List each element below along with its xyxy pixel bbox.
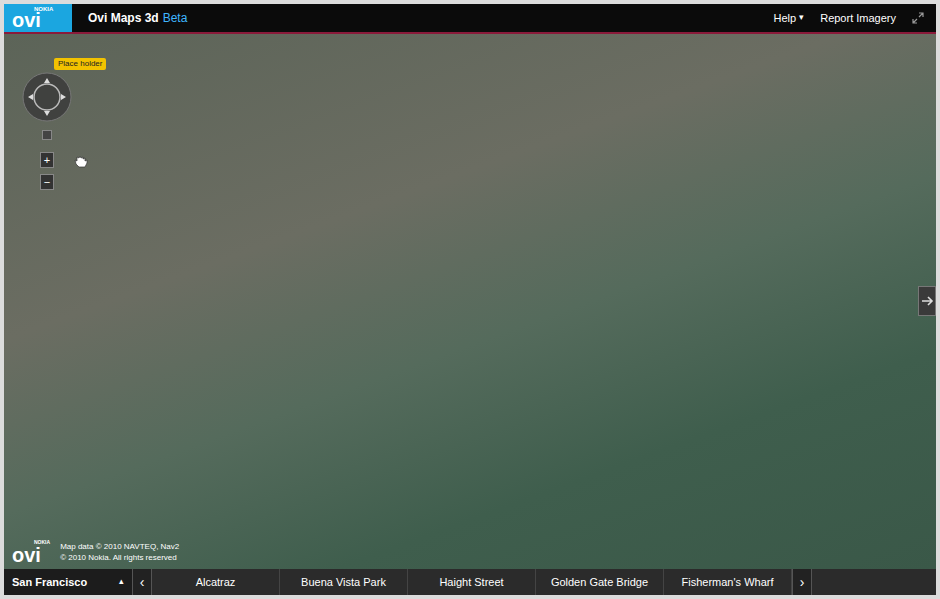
fullscreen-icon[interactable] bbox=[912, 12, 924, 24]
help-label: Help bbox=[774, 10, 797, 27]
place-item[interactable]: Alcatraz bbox=[152, 569, 280, 595]
zoom-in-button[interactable]: + bbox=[40, 152, 54, 168]
logo-text: ovi bbox=[12, 10, 72, 30]
top-bar: NOKIAovi Ovi Maps 3dBeta Help▾ Report Image… bbox=[4, 4, 936, 32]
city-selector[interactable]: San Francisco ▴ bbox=[4, 569, 132, 595]
map-view[interactable]: Place holder + − NOKIAovi Map data © 2010 NA… bbox=[4, 34, 936, 569]
title: Ovi Maps 3d bbox=[88, 9, 159, 27]
help-arrow: ▾ bbox=[799, 11, 804, 25]
attribution: Map data © 2010 NAVTEQ, Nav2© 2010 Nokia… bbox=[60, 541, 179, 565]
bottom-bar: San Francisco ▴ ‹AlcatrazBuena Vista ParkH… bbox=[4, 569, 936, 595]
report-imagery-link[interactable]: Report Imagery bbox=[820, 10, 896, 27]
attribution-line: Map data © 2010 NAVTEQ, Nav2 bbox=[60, 541, 179, 552]
hand-cursor-icon bbox=[74, 156, 88, 168]
ovi-logo[interactable]: NOKIAovi bbox=[4, 4, 72, 32]
tilt-handle[interactable] bbox=[42, 130, 52, 140]
header-links: Help▾ Report Imagery bbox=[774, 10, 936, 27]
city-name: San Francisco bbox=[12, 574, 87, 591]
zoom-out-button[interactable]: − bbox=[40, 174, 54, 190]
next-button[interactable]: › bbox=[792, 569, 812, 595]
footer-logo-text: ovi bbox=[12, 545, 50, 565]
tooltip: Place holder bbox=[54, 58, 106, 70]
navigation-compass-icon[interactable] bbox=[22, 72, 72, 122]
help-menu[interactable]: Help▾ bbox=[774, 10, 805, 27]
map-footer: NOKIAovi Map data © 2010 NAVTEQ, Nav2© 20… bbox=[12, 540, 179, 565]
app-title: Ovi Maps 3dBeta bbox=[88, 9, 187, 27]
previous-button[interactable]: ‹ bbox=[132, 569, 152, 595]
places-list: AlcatrazBuena Vista ParkHaight StreetGol… bbox=[152, 569, 792, 595]
footer-logo: NOKIAovi bbox=[12, 540, 50, 565]
bottom-bar-filler bbox=[812, 569, 936, 595]
city-arrow: ▴ bbox=[119, 575, 124, 589]
place-item[interactable]: Fisherman's Wharf bbox=[664, 569, 792, 595]
side-panel-toggle-icon[interactable] bbox=[918, 286, 936, 316]
beta-badge: Beta bbox=[163, 9, 188, 27]
place-item[interactable]: Buena Vista Park bbox=[280, 569, 408, 595]
attribution-line: © 2010 Nokia. All rights reserved bbox=[60, 552, 179, 563]
place-item[interactable]: Haight Street bbox=[408, 569, 536, 595]
place-item[interactable]: Golden Gate Bridge bbox=[536, 569, 664, 595]
